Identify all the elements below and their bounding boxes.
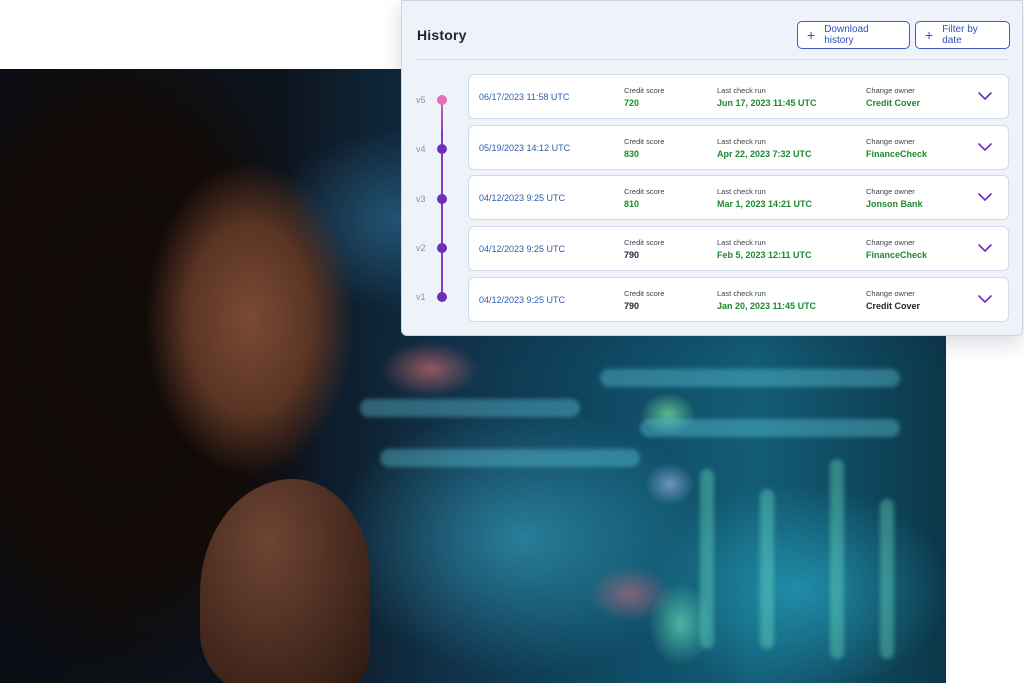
plus-icon: + <box>807 27 816 43</box>
last-check-value: Mar 1, 2023 14:21 UTC <box>717 199 813 209</box>
credit-score-value: 810 <box>624 199 640 209</box>
filter-by-date-label: Filter by date <box>942 24 978 46</box>
change-owner-label: Change owner <box>866 137 915 146</box>
filter-by-date-button[interactable]: + Filter by date <box>915 21 1010 49</box>
credit-score-label: Credit score <box>624 187 665 196</box>
change-owner-label: Change owner <box>866 187 915 196</box>
version-timestamp: 04/12/2023 9:25 UTC <box>479 295 566 305</box>
credit-score-label: Credit score <box>624 86 665 95</box>
change-owner-value: Credit Cover <box>866 98 921 108</box>
last-check-label: Last check run <box>717 86 766 95</box>
change-owner-value: Jonson Bank <box>866 199 923 209</box>
download-history-label: Download history <box>824 24 869 46</box>
timeline-dot <box>437 292 447 302</box>
last-check-label: Last check run <box>717 187 766 196</box>
history-row[interactable]: 04/12/2023 9:25 UTC Credit score 790 Las… <box>468 226 1009 271</box>
last-check-value: Apr 22, 2023 7:32 UTC <box>717 149 812 159</box>
change-owner-label: Change owner <box>866 289 915 298</box>
history-row[interactable]: 04/12/2023 9:25 UTC Credit score 790 Las… <box>468 277 1009 322</box>
timeline-dot <box>437 144 447 154</box>
header-divider <box>416 59 1008 60</box>
version-label: v1 <box>416 292 426 302</box>
version-label: v2 <box>416 243 426 253</box>
version-timestamp: 04/12/2023 9:25 UTC <box>479 244 566 254</box>
bokeh-light <box>830 459 844 659</box>
version-timestamp: 05/19/2023 14:12 UTC <box>479 143 571 153</box>
chevron-down-icon[interactable] <box>978 142 992 152</box>
change-owner-label: Change owner <box>866 238 915 247</box>
last-check-value: Feb 5, 2023 12:11 UTC <box>717 250 812 260</box>
history-row[interactable]: 06/17/2023 11:58 UTC Credit score 720 La… <box>468 74 1009 119</box>
history-row[interactable]: 04/12/2023 9:25 UTC Credit score 810 Las… <box>468 175 1009 220</box>
download-history-button[interactable]: + Download history <box>797 21 910 49</box>
timeline-dot <box>437 95 447 105</box>
version-label: v5 <box>416 95 426 105</box>
credit-score-label: Credit score <box>624 289 665 298</box>
credit-score-label: Credit score <box>624 238 665 247</box>
change-owner-value: Credit Cover <box>866 301 921 311</box>
change-owner-label: Change owner <box>866 86 915 95</box>
last-check-label: Last check run <box>717 238 766 247</box>
timeline-dot <box>437 243 447 253</box>
history-row[interactable]: 05/19/2023 14:12 UTC Credit score 830 La… <box>468 125 1009 170</box>
credit-score-value: 790 <box>624 301 640 311</box>
version-label: v3 <box>416 194 426 204</box>
bokeh-light <box>880 499 894 659</box>
version-timestamp: 04/12/2023 9:25 UTC <box>479 193 566 203</box>
last-check-label: Last check run <box>717 289 766 298</box>
version-label: v4 <box>416 144 426 154</box>
credit-score-label: Credit score <box>624 137 665 146</box>
bokeh-light <box>760 489 774 649</box>
chevron-down-icon[interactable] <box>978 91 992 101</box>
timeline-dot <box>437 194 447 204</box>
credit-score-value: 830 <box>624 149 640 159</box>
chevron-down-icon[interactable] <box>978 192 992 202</box>
chevron-down-icon[interactable] <box>978 243 992 253</box>
credit-score-value: 790 <box>624 250 640 260</box>
bokeh-light <box>640 419 900 437</box>
change-owner-value: FinanceCheck <box>866 149 928 159</box>
bokeh-light <box>700 469 714 649</box>
bokeh-light <box>600 369 900 387</box>
chevron-down-icon[interactable] <box>978 294 992 304</box>
panel-title: History <box>417 27 467 43</box>
change-owner-value: FinanceCheck <box>866 250 928 260</box>
version-timestamp: 06/17/2023 11:58 UTC <box>479 92 570 102</box>
last-check-value: Jan 20, 2023 11:45 UTC <box>717 301 817 311</box>
credit-score-value: 720 <box>624 98 640 108</box>
history-panel: History + Download history + Filter by d… <box>401 0 1023 336</box>
last-check-label: Last check run <box>717 137 766 146</box>
plus-icon: + <box>925 27 934 43</box>
last-check-value: Jun 17, 2023 11:45 UTC <box>717 98 817 108</box>
